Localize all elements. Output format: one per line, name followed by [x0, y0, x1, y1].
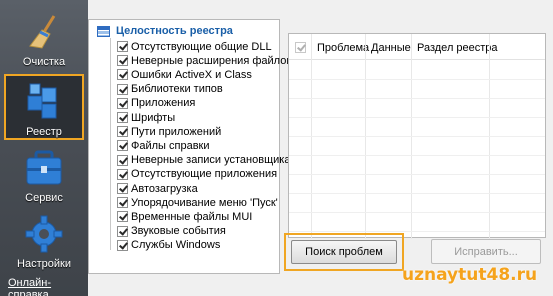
checklist-item[interactable]: Упорядочивание меню 'Пуск' — [117, 196, 278, 209]
checkbox[interactable] — [117, 168, 128, 180]
column-header-registry-key[interactable]: Раздел реестра — [417, 42, 498, 54]
checkbox[interactable] — [117, 55, 128, 67]
checkbox[interactable] — [117, 126, 128, 138]
sidebar-item-label: Сервис — [25, 192, 63, 204]
checklist-item-label: Файлы справки — [131, 139, 210, 152]
sidebar-item-settings[interactable]: Настройки — [4, 208, 84, 274]
column-header-data[interactable]: Данные — [371, 42, 411, 54]
fix-selected-button[interactable]: Исправить... — [431, 239, 541, 264]
main-panel: Целостность реестра Отсутствующие общие … — [88, 13, 553, 283]
table-row — [289, 117, 545, 118]
table-row — [289, 79, 545, 80]
sidebar-item-tools[interactable]: Сервис — [4, 142, 84, 208]
checklist-item-label: Приложения — [131, 97, 196, 110]
checklist-item-label: Пути приложений — [131, 125, 222, 138]
checklist-item-label: Отсутствующие общие DLL — [131, 40, 272, 53]
sidebar-item-label: Очистка — [22, 56, 66, 68]
checklist-item-label: Ошибки ActiveX и Class — [131, 68, 252, 81]
sidebar-item-label: Реестр — [26, 126, 62, 138]
column-header-problem[interactable]: Проблема — [317, 42, 369, 54]
results-header-row: Проблема Данные Раздел реестра — [289, 34, 545, 60]
checklist-item[interactable]: Приложения — [117, 97, 195, 110]
checklist-item-label: Неверные записи установщика — [131, 154, 291, 167]
checklist-item[interactable]: Шрифты — [117, 111, 175, 124]
checklist-item-label: Службы Windows — [131, 239, 221, 252]
checklist-item[interactable]: Библиотеки типов — [117, 83, 223, 96]
checklist-header[interactable]: Целостность реестра — [97, 24, 233, 38]
checkbox[interactable] — [117, 211, 128, 223]
gear-icon — [25, 215, 63, 253]
registry-list-icon — [97, 25, 110, 37]
table-row — [289, 98, 545, 99]
checklist-header-label: Целостность реестра — [116, 25, 233, 37]
checklist-item-label: Отсутствующие приложения — [131, 168, 278, 181]
checklist-item-label: Упорядочивание меню 'Пуск' — [131, 196, 278, 209]
online-help-link[interactable]: Онлайн-справка — [8, 277, 88, 296]
checklist-item[interactable]: Звуковые события — [117, 225, 226, 238]
table-row — [289, 231, 545, 232]
table-row — [289, 193, 545, 194]
checkbox[interactable] — [117, 239, 128, 251]
sidebar: Очистка Реестр Сервис Настройки Онлайн-с… — [0, 0, 88, 296]
table-row — [289, 174, 545, 175]
checkbox[interactable] — [117, 83, 128, 95]
checklist-item-label: Неверные расширения файлов — [131, 54, 293, 67]
checkbox[interactable] — [117, 140, 128, 152]
sidebar-item-label: Настройки — [17, 258, 71, 270]
checklist-item-label: Автозагрузка — [131, 182, 198, 195]
checkbox[interactable] — [117, 97, 128, 109]
checklist-item[interactable]: Файлы справки — [117, 139, 210, 152]
checkbox[interactable] — [117, 154, 128, 166]
results-table: Проблема Данные Раздел реестра — [288, 33, 546, 239]
checklist-item[interactable]: Отсутствующие общие DLL — [117, 40, 272, 53]
checklist-item[interactable]: Отсутствующие приложения — [117, 168, 277, 181]
checkbox[interactable] — [117, 69, 128, 81]
checklist-item[interactable]: Неверные записи установщика — [117, 154, 290, 167]
broom-icon — [29, 15, 56, 49]
sidebar-item-cleaner[interactable]: Очистка — [4, 6, 84, 72]
checklist-item[interactable]: Временные файлы MUI — [117, 210, 252, 223]
checklist-item[interactable]: Ошибки ActiveX и Class — [117, 68, 252, 81]
tree-line — [110, 38, 111, 250]
table-row — [289, 136, 545, 137]
registry-checklist: Целостность реестра Отсутствующие общие … — [88, 19, 292, 274]
table-row — [289, 212, 545, 213]
checkbox[interactable] — [117, 183, 128, 194]
table-row — [289, 155, 545, 156]
checkbox[interactable] — [117, 112, 128, 123]
checklist-item-label: Звуковые события — [131, 225, 226, 238]
checklist-item[interactable]: Неверные расширения файлов — [117, 54, 292, 67]
watermark: uznaytut48.ru — [402, 265, 538, 285]
checkbox[interactable] — [117, 225, 128, 237]
select-all-checkbox[interactable] — [295, 42, 306, 53]
scan-for-issues-button[interactable]: Поиск проблем — [291, 240, 397, 264]
registry-cubes-icon — [27, 83, 57, 119]
checklist-item-label: Шрифты — [131, 111, 176, 124]
checklist-item[interactable]: Автозагрузка — [117, 182, 198, 195]
checklist-item[interactable]: Службы Windows — [117, 239, 220, 252]
checkbox[interactable] — [117, 197, 128, 209]
scan-button-highlight: Поиск проблем — [284, 233, 404, 271]
checklist-item-label: Библиотеки типов — [131, 83, 223, 96]
checklist-item[interactable]: Пути приложений — [117, 125, 221, 138]
toolbox-icon — [26, 150, 62, 185]
sidebar-item-registry[interactable]: Реестр — [4, 74, 84, 140]
checkbox[interactable] — [117, 41, 128, 52]
checklist-item-label: Временные файлы MUI — [131, 210, 253, 223]
